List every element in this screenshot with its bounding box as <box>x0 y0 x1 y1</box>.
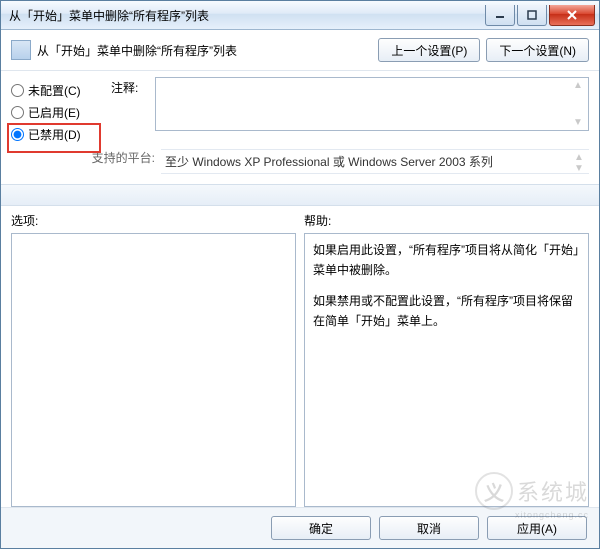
config-area: 未配置(C) 已启用(E) 已禁用(D) 注释: ▲▼ <box>1 77 599 149</box>
help-text: 如果启用此设置，“所有程序”项目将从简化「开始」菜单中被删除。 如果禁用或不配置… <box>305 234 588 348</box>
radio-not-configured[interactable]: 未配置(C) <box>11 79 111 101</box>
comment-textarea[interactable]: ▲▼ <box>155 77 589 131</box>
radio-disabled-label: 已禁用(D) <box>28 126 81 143</box>
radio-not-configured-label: 未配置(C) <box>28 82 81 99</box>
apply-button[interactable]: 应用(A) <box>487 516 587 540</box>
nav-buttons: 上一个设置(P) 下一个设置(N) <box>378 38 589 62</box>
supported-platform-label: 支持的平台: <box>11 149 161 166</box>
title-bar: 从「开始」菜单中删除“所有程序”列表 <box>1 1 599 30</box>
options-column: 选项: <box>11 212 296 507</box>
supported-platform-value: 至少 Windows XP Professional 或 Windows Ser… <box>161 149 589 174</box>
policy-icon <box>11 40 31 60</box>
dialog-footer: 确定 取消 应用(A) <box>1 507 599 548</box>
header-row: 从「开始」菜单中删除“所有程序”列表 上一个设置(P) 下一个设置(N) <box>1 30 599 66</box>
policy-title: 从「开始」菜单中删除“所有程序”列表 <box>37 42 378 59</box>
window-controls <box>483 5 595 25</box>
radio-disabled[interactable]: 已禁用(D) <box>11 123 111 145</box>
dialog-content: 从「开始」菜单中删除“所有程序”列表 上一个设置(P) 下一个设置(N) 未配置… <box>1 30 599 548</box>
scroll-hint: ▲▼ <box>571 152 587 171</box>
help-paragraph: 如果启用此设置，“所有程序”项目将从简化「开始」菜单中被删除。 <box>313 240 580 281</box>
help-panel: 如果启用此设置，“所有程序”项目将从简化「开始」菜单中被删除。 如果禁用或不配置… <box>304 233 589 507</box>
prev-setting-button[interactable]: 上一个设置(P) <box>378 38 480 62</box>
section-divider <box>1 184 599 206</box>
ok-button[interactable]: 确定 <box>271 516 371 540</box>
help-column: 帮助: 如果启用此设置，“所有程序”项目将从简化「开始」菜单中被删除。 如果禁用… <box>304 212 589 507</box>
supported-platform-row: 支持的平台: 至少 Windows XP Professional 或 Wind… <box>1 149 599 178</box>
comment-column: 注释: ▲▼ <box>111 77 589 145</box>
minimize-button[interactable] <box>485 5 515 26</box>
close-button[interactable] <box>549 5 595 26</box>
scroll-hint: ▲▼ <box>570 80 586 128</box>
maximize-button[interactable] <box>517 5 547 26</box>
separator <box>1 70 599 71</box>
help-label: 帮助: <box>304 212 589 229</box>
options-panel[interactable] <box>11 233 296 507</box>
radio-disabled-input[interactable] <box>11 128 24 141</box>
cancel-button[interactable]: 取消 <box>379 516 479 540</box>
options-label: 选项: <box>11 212 296 229</box>
radio-enabled[interactable]: 已启用(E) <box>11 101 111 123</box>
lower-panels: 选项: 帮助: 如果启用此设置，“所有程序”项目将从简化「开始」菜单中被删除。 … <box>1 206 599 507</box>
help-paragraph: 如果禁用或不配置此设置，“所有程序”项目将保留在简单「开始」菜单上。 <box>313 291 580 332</box>
radio-enabled-label: 已启用(E) <box>28 104 80 121</box>
dialog-window: 从「开始」菜单中删除“所有程序”列表 从「开始」菜单中删除“所有程序”列表 上一… <box>0 0 600 549</box>
state-radio-group: 未配置(C) 已启用(E) 已禁用(D) <box>11 77 111 145</box>
next-setting-button[interactable]: 下一个设置(N) <box>486 38 589 62</box>
window-title: 从「开始」菜单中删除“所有程序”列表 <box>9 7 483 24</box>
radio-enabled-input[interactable] <box>11 106 24 119</box>
comment-label: 注释: <box>111 77 155 145</box>
radio-not-configured-input[interactable] <box>11 84 24 97</box>
